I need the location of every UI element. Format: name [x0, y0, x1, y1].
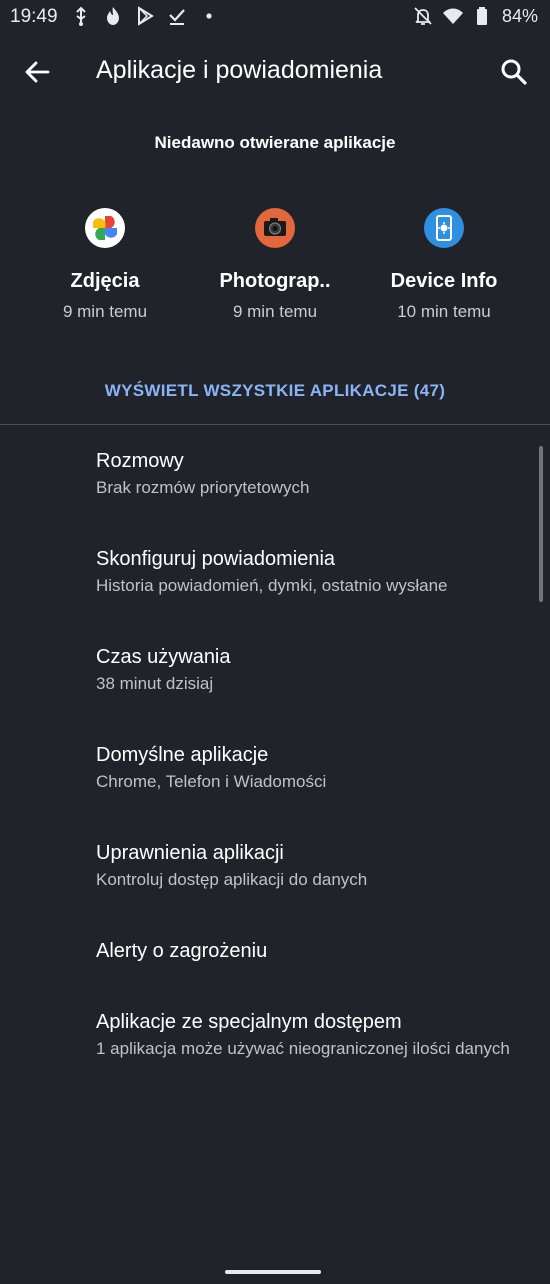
recent-app-zdjecia[interactable]: Zdjęcia 9 min temu: [15, 208, 195, 322]
recent-app-name: Device Info: [390, 270, 498, 292]
play-store-icon: [134, 5, 156, 27]
settings-item-permissions[interactable]: Uprawnienia aplikacji Kontroluj dostęp a…: [96, 841, 516, 890]
usb-debug-icon: [70, 5, 92, 27]
settings-item-default-apps[interactable]: Domyślne aplikacje Chrome, Telefon i Wia…: [96, 743, 516, 792]
back-button[interactable]: [20, 54, 56, 90]
item-subtitle: 38 minut dzisiaj: [96, 674, 214, 693]
item-title: Czas używania: [96, 646, 231, 668]
recent-app-time: 9 min temu: [232, 302, 318, 321]
divider: [0, 424, 550, 425]
download-check-icon: [166, 5, 188, 27]
camera-app-icon: [255, 208, 295, 248]
recent-apps-header: Niedawno otwierane aplikacje: [154, 133, 396, 152]
battery-icon: [472, 5, 494, 27]
status-notification-icons: [70, 5, 220, 27]
item-subtitle: Chrome, Telefon i Wiadomości: [96, 772, 327, 791]
recent-app-name: Zdjęcia: [70, 270, 140, 292]
search-icon: [501, 59, 527, 85]
item-subtitle: Brak rozmów priorytetowych: [96, 478, 310, 497]
recent-app-time: 10 min temu: [397, 302, 491, 321]
item-title: Domyślne aplikacje: [96, 744, 269, 766]
item-title: Skonfiguruj powiadomienia: [96, 548, 336, 570]
status-bar: 19:49 84%: [0, 0, 550, 36]
item-subtitle: Kontroluj dostęp aplikacji do danych: [96, 870, 368, 889]
settings-item-special-access[interactable]: Aplikacje ze specjalnym dostępem 1 aplik…: [96, 1010, 516, 1059]
item-title: Alerty o zagrożeniu: [96, 940, 268, 962]
recent-app-photography[interactable]: Photograp.. 9 min temu: [185, 208, 365, 322]
recent-app-device-info[interactable]: Device Info 10 min temu: [354, 208, 534, 322]
arrow-back-icon: [25, 61, 50, 83]
item-title: Uprawnienia aplikacji: [96, 842, 284, 864]
device-info-icon: [424, 208, 464, 248]
gesture-nav-handle[interactable]: [225, 1270, 321, 1274]
recent-app-name: Photograp..: [219, 270, 331, 292]
recent-app-time: 9 min temu: [62, 302, 148, 321]
status-system-icons: 84%: [412, 5, 538, 27]
fire-icon: [102, 5, 124, 27]
dot-icon: [198, 5, 220, 27]
settings-item-screen-time[interactable]: Czas używania 38 minut dzisiaj: [96, 645, 516, 694]
page-title: Aplikacje i powiadomienia: [96, 56, 383, 84]
item-subtitle: Historia powiadomień, dymki, ostatnio wy…: [96, 576, 448, 595]
google-photos-icon: [85, 208, 125, 248]
status-time: 19:49: [10, 6, 58, 27]
scrollbar[interactable]: [539, 446, 543, 602]
wifi-icon: [442, 5, 464, 27]
search-button[interactable]: [496, 54, 532, 90]
app-bar: Aplikacje i powiadomienia: [0, 44, 550, 100]
see-all-apps-button[interactable]: WYŚWIETL WSZYSTKIE APLIKACJE (47): [0, 381, 550, 401]
item-title: Aplikacje ze specjalnym dostępem: [96, 1011, 402, 1033]
settings-item-emergency-alerts[interactable]: Alerty o zagrożeniu: [96, 939, 516, 963]
settings-item-rozmowy[interactable]: Rozmowy Brak rozmów priorytetowych: [96, 449, 516, 498]
notifications-off-icon: [412, 5, 434, 27]
settings-item-notifications[interactable]: Skonfiguruj powiadomienia Historia powia…: [96, 547, 516, 596]
item-subtitle: 1 aplikacja może używać nieograniczonej …: [96, 1039, 510, 1058]
item-title: Rozmowy: [96, 450, 184, 472]
battery-percentage: 84%: [501, 5, 538, 26]
